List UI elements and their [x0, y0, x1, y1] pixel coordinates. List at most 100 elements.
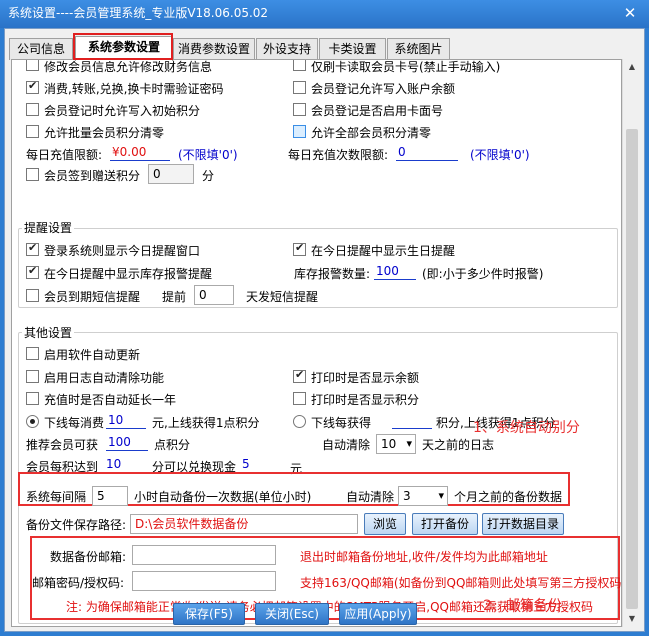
recommend-label: 推荐会员可获: [26, 438, 99, 452]
stock-alarm-hint: (即:小于多少件时报警): [422, 267, 544, 281]
other-settings-title: 其他设置: [22, 326, 75, 340]
email-password-input[interactable]: [132, 571, 276, 591]
backup-interval-input[interactable]: 5: [92, 486, 128, 506]
verify-password-checkbox[interactable]: [26, 79, 39, 94]
edit-member-finance-checkbox[interactable]: [26, 60, 39, 71]
email-label: 数据备份邮箱:: [50, 550, 127, 564]
signin-points-label: 会员签到赠送积分: [44, 169, 141, 183]
sms-after-label: 天发短信提醒: [246, 290, 319, 304]
signin-points-checkbox[interactable]: [26, 168, 39, 181]
apply-button[interactable]: 应用(Apply): [339, 603, 417, 625]
downline-points-label: 下线每获得: [311, 416, 372, 430]
sms-expiry-checkbox[interactable]: [26, 289, 39, 302]
batch-clear-points-label: 允许批量会员积分清零: [44, 126, 165, 140]
birthday-reminder-checkbox[interactable]: [293, 241, 306, 256]
downline-consume-label: 下线每消费: [44, 416, 105, 430]
daily-count-input[interactable]: 0: [396, 144, 458, 161]
print-points-checkbox[interactable]: [293, 392, 306, 405]
backup-interval-post: 小时自动备份一次数据(单位小时): [134, 490, 312, 504]
daily-count-hint: (不限填'0'): [470, 148, 530, 162]
recommend-input[interactable]: 100: [106, 434, 148, 451]
allow-balance-label: 会员登记允许写入账户余额: [311, 82, 456, 96]
recommend-unit: 点积分: [154, 438, 191, 452]
window-title: 系统设置----会员管理系统_专业版V18.06.05.02: [8, 6, 269, 20]
title-bar: 系统设置----会员管理系统_专业版V18.06.05.02 ✕: [0, 0, 649, 28]
enable-card-face-label: 会员登记是否启用卡面号: [311, 104, 444, 118]
open-data-dir-button[interactable]: 打开数据目录: [482, 513, 564, 535]
scroll-thumb[interactable]: [626, 129, 638, 609]
auto-clear-log-checkbox[interactable]: [26, 370, 39, 383]
exchange-points-input[interactable]: 10: [104, 456, 142, 473]
tab-system-images[interactable]: 系统图片: [387, 38, 450, 60]
show-today-reminder-label: 登录系统则显示今日提醒窗口: [44, 244, 201, 258]
sms-before-label: 提前: [162, 290, 187, 304]
downline-consume-input[interactable]: 10: [106, 412, 146, 429]
auto-clear-log-days-label: 自动清除: [322, 438, 371, 452]
scroll-up-icon[interactable]: ▲: [623, 59, 641, 75]
email-password-label: 邮箱密码/授权码:: [32, 576, 125, 590]
backup-path-input[interactable]: D:\会员软件数据备份: [130, 514, 358, 534]
stock-alarm-reminder-label: 在今日提醒中显示库存报警提醒: [44, 267, 213, 281]
exchange-cash-input[interactable]: 5: [240, 456, 280, 473]
settings-window: 系统设置----会员管理系统_专业版V18.06.05.02 ✕ 公司信息 系统…: [0, 0, 649, 636]
system-params-panel: 修改会员信息允许修改财务信息 仅刷卡读取会员卡号(禁止手动输入) 消费,转账,兑…: [11, 59, 622, 627]
tab-company-info[interactable]: 公司信息: [9, 38, 73, 60]
daily-count-label: 每日充值次数限额:: [288, 148, 389, 162]
downline-points-radio[interactable]: [293, 415, 306, 428]
save-button[interactable]: 保存(F5): [173, 603, 245, 625]
email-password-hint: 支持163/QQ邮箱(如备份到QQ邮箱则此处填写第三方授权码): [300, 576, 622, 590]
daily-limit-input[interactable]: ¥0.00: [110, 144, 170, 161]
tab-system-params[interactable]: 系统参数设置: [75, 36, 173, 61]
clear-all-points-checkbox[interactable]: [293, 125, 306, 138]
extend-year-label: 充值时是否自动延长一年: [44, 393, 177, 407]
backup-clear-label: 自动清除: [346, 490, 395, 504]
auto-update-label: 启用软件自动更新: [44, 348, 141, 362]
tab-consumption-params[interactable]: 消费参数设置: [173, 38, 255, 60]
sms-days-input[interactable]: 0: [194, 285, 234, 305]
print-balance-checkbox[interactable]: [293, 368, 306, 383]
stock-alarm-qty-label: 库存报警数量:: [294, 267, 371, 281]
downline-points-input[interactable]: [392, 412, 432, 429]
backup-clear-select[interactable]: 3: [398, 486, 448, 506]
print-balance-label: 打印时是否显示余额: [311, 371, 420, 385]
auto-update-checkbox[interactable]: [26, 347, 39, 360]
tab-card-types[interactable]: 卡类设置: [319, 38, 386, 60]
stock-alarm-qty-input[interactable]: 100: [374, 263, 416, 280]
birthday-reminder-label: 在今日提醒中显示生日提醒: [311, 244, 456, 258]
scroll-down-icon[interactable]: ▼: [623, 611, 641, 627]
dialog-client-area: 公司信息 系统参数设置 消费参数设置 外设支持 卡类设置 系统图片 修改会员信息…: [4, 28, 645, 632]
stock-alarm-reminder-checkbox[interactable]: [26, 264, 39, 279]
sms-expiry-label: 会员到期短信提醒: [44, 290, 141, 304]
backup-interval-label: 系统每间隔: [26, 490, 87, 504]
signin-points-input[interactable]: 0: [148, 164, 194, 184]
backup-clear-post: 个月之前的备份数据: [454, 490, 563, 504]
email-input[interactable]: [132, 545, 276, 565]
auto-clear-log-post: 天之前的日志: [422, 438, 495, 452]
allow-initial-points-checkbox[interactable]: [26, 103, 39, 116]
close-dialog-button[interactable]: 关闭(Esc): [255, 603, 329, 625]
allow-balance-checkbox[interactable]: [293, 81, 306, 94]
email-hint: 退出时邮箱备份地址,收件/发件均为此邮箱地址: [300, 550, 548, 564]
auto-clear-log-label: 启用日志自动清除功能: [44, 371, 165, 385]
batch-clear-points-checkbox[interactable]: [26, 125, 39, 138]
open-backup-button[interactable]: 打开备份: [412, 513, 478, 535]
card-only-read-checkbox[interactable]: [293, 60, 306, 71]
browse-button[interactable]: 浏览: [364, 513, 406, 535]
annotation-auto-backup: 1、系统自动别分: [473, 420, 580, 436]
print-points-label: 打印时是否显示积分: [311, 393, 420, 407]
enable-card-face-checkbox[interactable]: [293, 103, 306, 116]
reminder-group-title: 提醒设置: [22, 221, 75, 235]
clear-all-points-label: 允许全部会员积分清零: [311, 126, 432, 140]
close-button[interactable]: ✕: [619, 3, 641, 23]
vertical-scrollbar[interactable]: ▲ ▼: [622, 59, 640, 627]
show-today-reminder-checkbox[interactable]: [26, 241, 39, 256]
card-only-read-label: 仅刷卡读取会员卡号(禁止手动输入): [311, 60, 501, 74]
auto-clear-log-select[interactable]: 10: [376, 434, 416, 454]
downline-consume-radio[interactable]: [26, 415, 39, 428]
tab-peripherals[interactable]: 外设支持: [256, 38, 318, 60]
backup-path-label: 备份文件保存路径:: [26, 518, 127, 532]
annotation-email-backup: 2、邮箱备份: [483, 598, 562, 614]
edit-member-finance-label: 修改会员信息允许修改财务信息: [44, 60, 213, 74]
daily-limit-label: 每日充值限额:: [26, 148, 103, 162]
extend-year-checkbox[interactable]: [26, 392, 39, 405]
